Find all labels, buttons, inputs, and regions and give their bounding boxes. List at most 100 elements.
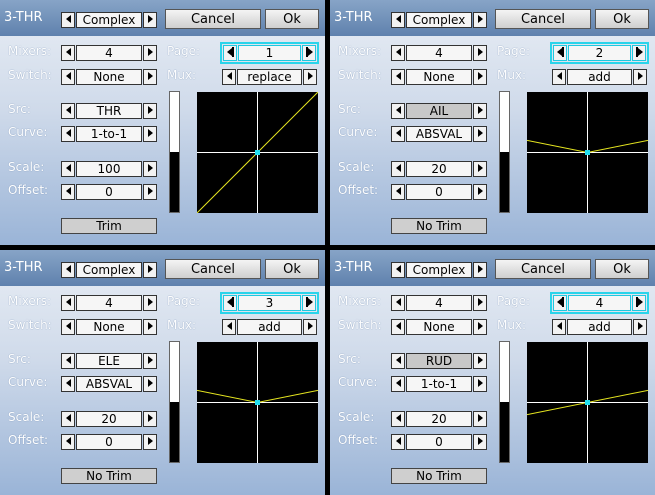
- ok-button[interactable]: Ok: [265, 259, 319, 279]
- ok-button[interactable]: Ok: [265, 9, 319, 29]
- next-page-icon[interactable]: [302, 45, 316, 61]
- prev-arrow-icon[interactable]: [391, 69, 405, 85]
- source-spinner[interactable]: RUD: [391, 353, 487, 369]
- next-arrow-icon[interactable]: [143, 184, 157, 200]
- prev-arrow-icon[interactable]: [391, 411, 405, 427]
- next-arrow-icon[interactable]: [473, 376, 487, 392]
- curve-spinner[interactable]: ABSVAL: [61, 376, 157, 392]
- mixer-type-spinner[interactable]: Complex: [391, 12, 487, 28]
- prev-arrow-icon[interactable]: [391, 12, 405, 28]
- trim-toggle-button[interactable]: Trim: [61, 218, 157, 234]
- prev-arrow-icon[interactable]: [552, 319, 566, 335]
- mixer-type-spinner[interactable]: Complex: [61, 262, 157, 278]
- next-arrow-icon[interactable]: [143, 161, 157, 177]
- prev-arrow-icon[interactable]: [61, 434, 75, 450]
- switch-spinner[interactable]: None: [61, 319, 157, 335]
- prev-arrow-icon[interactable]: [391, 262, 405, 278]
- next-arrow-icon[interactable]: [303, 319, 317, 335]
- next-arrow-icon[interactable]: [143, 376, 157, 392]
- curve-spinner[interactable]: 1-to-1: [391, 376, 487, 392]
- offset-spinner[interactable]: 0: [391, 184, 487, 200]
- next-arrow-icon[interactable]: [143, 353, 157, 369]
- curve-spinner[interactable]: 1-to-1: [61, 126, 157, 142]
- next-page-icon[interactable]: [302, 295, 316, 311]
- prev-arrow-icon[interactable]: [222, 319, 236, 335]
- mux-spinner[interactable]: add: [552, 319, 647, 335]
- prev-arrow-icon[interactable]: [552, 69, 566, 85]
- next-arrow-icon[interactable]: [473, 184, 487, 200]
- cancel-button[interactable]: Cancel: [495, 259, 591, 279]
- next-arrow-icon[interactable]: [473, 12, 487, 28]
- switch-spinner[interactable]: None: [391, 69, 487, 85]
- mixers-spinner[interactable]: 4: [391, 45, 487, 61]
- scale-spinner[interactable]: 20: [61, 411, 157, 427]
- source-spinner[interactable]: AIL: [391, 103, 487, 119]
- prev-page-icon[interactable]: [553, 295, 567, 311]
- mux-spinner[interactable]: replace: [222, 69, 317, 85]
- prev-arrow-icon[interactable]: [391, 319, 405, 335]
- next-arrow-icon[interactable]: [473, 262, 487, 278]
- scale-spinner[interactable]: 100: [61, 161, 157, 177]
- next-arrow-icon[interactable]: [473, 319, 487, 335]
- prev-arrow-icon[interactable]: [391, 295, 405, 311]
- switch-spinner[interactable]: None: [391, 319, 487, 335]
- next-arrow-icon[interactable]: [143, 103, 157, 119]
- page-spinner[interactable]: 3: [220, 292, 319, 314]
- next-arrow-icon[interactable]: [143, 262, 157, 278]
- next-arrow-icon[interactable]: [143, 126, 157, 142]
- prev-arrow-icon[interactable]: [61, 376, 75, 392]
- prev-arrow-icon[interactable]: [391, 353, 405, 369]
- next-arrow-icon[interactable]: [633, 69, 647, 85]
- prev-arrow-icon[interactable]: [391, 161, 405, 177]
- prev-arrow-icon[interactable]: [61, 45, 75, 61]
- prev-arrow-icon[interactable]: [222, 69, 236, 85]
- next-page-icon[interactable]: [632, 45, 646, 61]
- trim-toggle-button[interactable]: No Trim: [391, 218, 487, 234]
- next-arrow-icon[interactable]: [473, 411, 487, 427]
- trim-toggle-button[interactable]: No Trim: [61, 468, 157, 484]
- curve-spinner[interactable]: ABSVAL: [391, 126, 487, 142]
- mux-spinner[interactable]: add: [552, 69, 647, 85]
- offset-spinner[interactable]: 0: [61, 434, 157, 450]
- trim-toggle-button[interactable]: No Trim: [391, 468, 487, 484]
- prev-page-icon[interactable]: [223, 295, 237, 311]
- next-arrow-icon[interactable]: [473, 126, 487, 142]
- page-spinner[interactable]: 2: [550, 42, 649, 64]
- page-spinner[interactable]: 1: [220, 42, 319, 64]
- prev-arrow-icon[interactable]: [61, 184, 75, 200]
- cancel-button[interactable]: Cancel: [165, 9, 261, 29]
- prev-arrow-icon[interactable]: [391, 103, 405, 119]
- mixer-type-spinner[interactable]: Complex: [391, 262, 487, 278]
- prev-arrow-icon[interactable]: [391, 376, 405, 392]
- ok-button[interactable]: Ok: [595, 259, 649, 279]
- next-arrow-icon[interactable]: [473, 295, 487, 311]
- mixers-spinner[interactable]: 4: [61, 295, 157, 311]
- next-arrow-icon[interactable]: [143, 319, 157, 335]
- next-arrow-icon[interactable]: [143, 434, 157, 450]
- next-arrow-icon[interactable]: [143, 45, 157, 61]
- next-arrow-icon[interactable]: [473, 161, 487, 177]
- prev-arrow-icon[interactable]: [391, 434, 405, 450]
- prev-page-icon[interactable]: [223, 45, 237, 61]
- prev-arrow-icon[interactable]: [61, 12, 75, 28]
- offset-spinner[interactable]: 0: [391, 434, 487, 450]
- switch-spinner[interactable]: None: [61, 69, 157, 85]
- mixers-spinner[interactable]: 4: [391, 295, 487, 311]
- prev-arrow-icon[interactable]: [391, 126, 405, 142]
- next-arrow-icon[interactable]: [473, 434, 487, 450]
- prev-arrow-icon[interactable]: [61, 69, 75, 85]
- next-arrow-icon[interactable]: [473, 69, 487, 85]
- next-arrow-icon[interactable]: [143, 295, 157, 311]
- mux-spinner[interactable]: add: [222, 319, 317, 335]
- mixer-type-spinner[interactable]: Complex: [61, 12, 157, 28]
- page-spinner[interactable]: 4: [550, 292, 649, 314]
- next-page-icon[interactable]: [632, 295, 646, 311]
- cancel-button[interactable]: Cancel: [495, 9, 591, 29]
- source-spinner[interactable]: ELE: [61, 353, 157, 369]
- next-arrow-icon[interactable]: [633, 319, 647, 335]
- next-arrow-icon[interactable]: [473, 353, 487, 369]
- scale-spinner[interactable]: 20: [391, 411, 487, 427]
- ok-button[interactable]: Ok: [595, 9, 649, 29]
- prev-arrow-icon[interactable]: [61, 411, 75, 427]
- next-arrow-icon[interactable]: [143, 12, 157, 28]
